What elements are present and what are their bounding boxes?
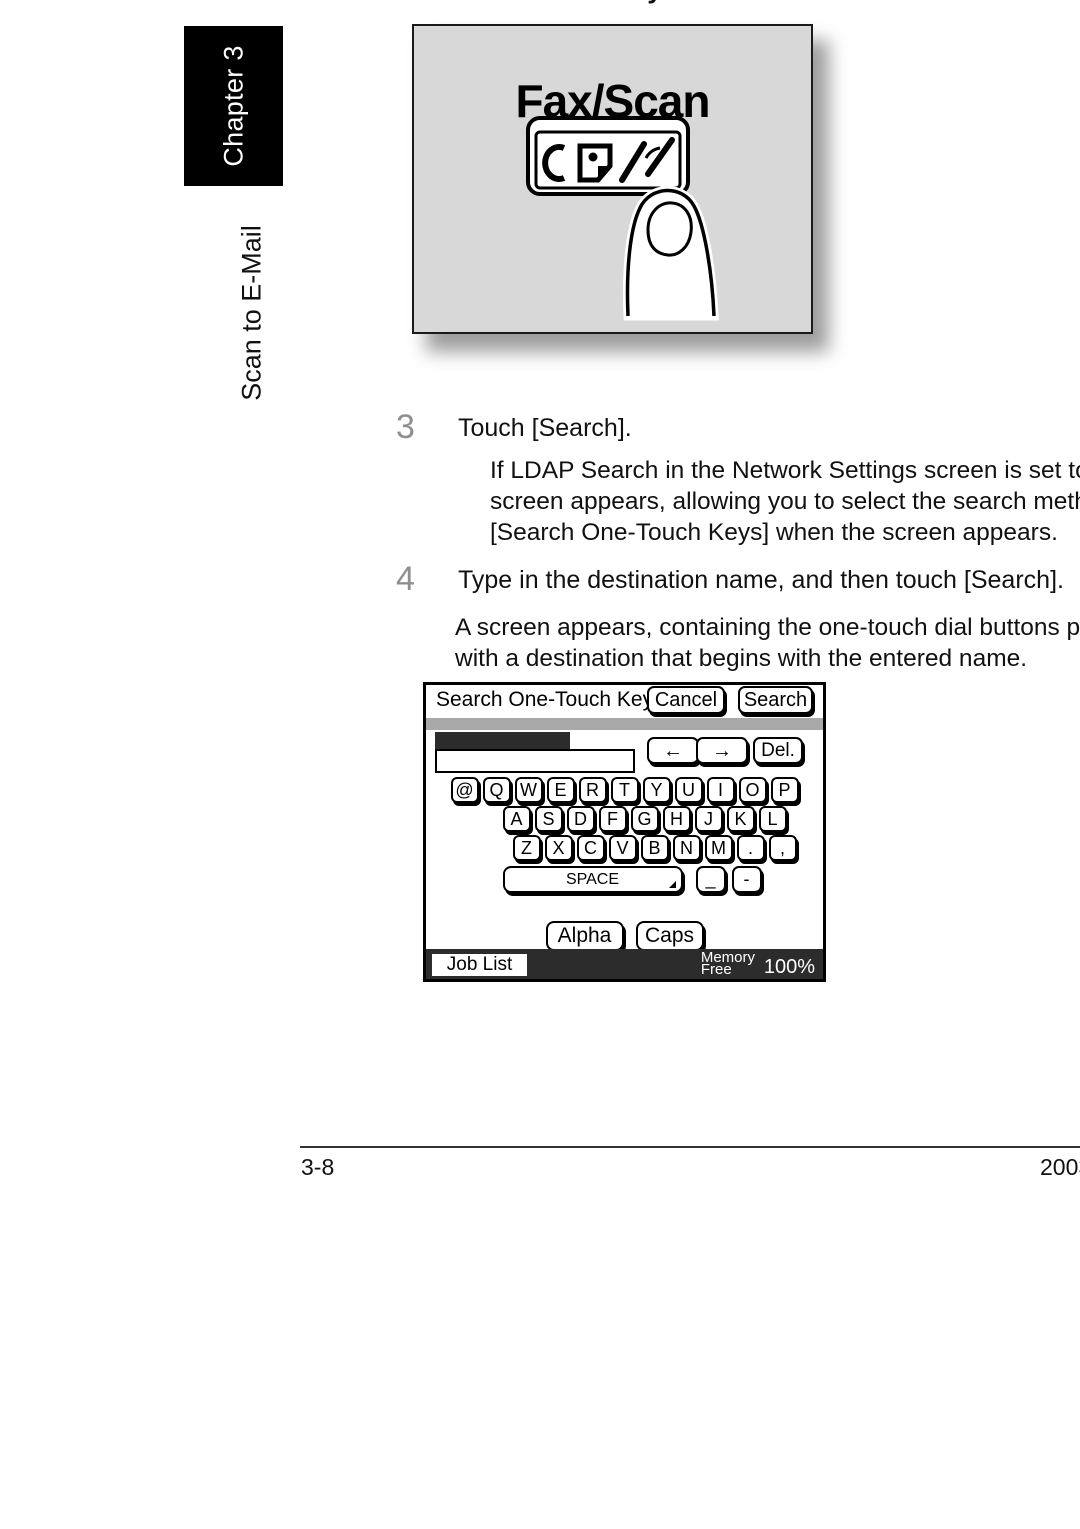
keyboard-mode-buttons: Alpha Caps	[426, 921, 823, 951]
key-a[interactable]: A	[502, 806, 531, 832]
step-3-title: Touch [Search].	[458, 414, 632, 442]
key-d[interactable]: D	[566, 806, 595, 832]
chapter-tab-label: Chapter 3	[218, 45, 248, 167]
step-3-body-line-1: If LDAP Search in the Network Settings s…	[490, 457, 1080, 484]
panel-divider	[426, 718, 823, 730]
memory-free-label: Memory Free	[701, 950, 755, 977]
key-b[interactable]: B	[640, 835, 669, 861]
memory-free-percent: 100%	[763, 956, 815, 978]
cancel-button[interactable]: Cancel	[647, 686, 725, 714]
key-n[interactable]: N	[672, 835, 701, 861]
key-underscore[interactable]: _	[695, 866, 726, 893]
running-header: ...one-touch dial keys	[0, 0, 1080, 5]
key-c[interactable]: C	[576, 835, 605, 861]
key-p[interactable]: P	[770, 777, 799, 803]
cursor-left-button[interactable]: ←	[647, 737, 699, 764]
key-f[interactable]: F	[598, 806, 627, 832]
key-space[interactable]: SPACE	[502, 866, 683, 893]
key-at[interactable]: @	[450, 777, 479, 803]
key-space-label: SPACE	[565, 870, 620, 888]
step-3-body-line-2: screen appears, allowing you to select t…	[490, 488, 1080, 515]
delete-button[interactable]: Del.	[753, 737, 803, 764]
panel-titlebar: Search One-Touch Keys Cancel Search	[426, 685, 823, 718]
arrow-left-icon: ←	[663, 739, 683, 762]
key-i[interactable]: I	[706, 777, 735, 803]
caps-mode-button[interactable]: Caps	[635, 921, 704, 951]
key-hyphen[interactable]: -	[731, 866, 762, 893]
cursor-right-button[interactable]: →	[696, 737, 748, 764]
step-3-body-line-3: [Search One-Touch Keys] when the screen …	[490, 519, 1058, 546]
key-v[interactable]: V	[608, 835, 637, 861]
job-list-button[interactable]: Job List	[432, 954, 527, 976]
arrow-right-icon: →	[712, 739, 732, 762]
key-m[interactable]: M	[704, 835, 733, 861]
key-s[interactable]: S	[534, 806, 563, 832]
key-l[interactable]: L	[758, 806, 787, 832]
key-g[interactable]: G	[630, 806, 659, 832]
key-comma[interactable]: ,	[768, 835, 797, 861]
key-w[interactable]: W	[514, 777, 543, 803]
keyboard-row-2: A S D F G H J K L	[426, 806, 823, 832]
section-title-label: Scan to E-Mail	[236, 225, 267, 401]
key-j[interactable]: J	[694, 806, 723, 832]
on-screen-keyboard: @ Q W E R T Y U I O P A S D F G H J K L …	[426, 777, 823, 896]
key-q[interactable]: Q	[482, 777, 511, 803]
step-4-body-line-1: A screen appears, containing the one-tou…	[455, 614, 1080, 641]
key-r[interactable]: R	[578, 777, 607, 803]
keyboard-row-1: @ Q W E R T Y U I O P	[426, 777, 823, 803]
panel-status-bar: Job List Memory Free 100%	[426, 949, 823, 979]
step-3-body: If LDAP Search in the Network Settings s…	[490, 455, 1080, 548]
key-t[interactable]: T	[610, 777, 639, 803]
step-3-number: 3	[396, 408, 415, 446]
footer-divider	[300, 1146, 1080, 1148]
step-4-title: Type in the destination name, and then t…	[458, 566, 1064, 594]
section-title-vertical: Scan to E-Mail	[232, 218, 272, 408]
illustration-frame: Fax/Scan	[412, 24, 813, 334]
fax-scan-illustration: Fax/Scan	[412, 24, 829, 352]
key-o[interactable]: O	[738, 777, 767, 803]
alpha-mode-button[interactable]: Alpha	[545, 921, 624, 951]
finger-pressing-key-icon	[526, 116, 719, 321]
key-u[interactable]: U	[674, 777, 703, 803]
chapter-tab: Chapter 3	[184, 26, 283, 186]
keyboard-row-4: SPACE _ -	[426, 866, 823, 893]
key-x[interactable]: X	[544, 835, 573, 861]
keyboard-row-3: Z X C V B N M . ,	[426, 835, 823, 861]
panel-title: Search One-Touch Keys	[436, 688, 664, 711]
search-one-touch-keys-panel: Search One-Touch Keys Cancel Search ← → …	[423, 682, 826, 982]
key-z[interactable]: Z	[512, 835, 541, 861]
key-k[interactable]: K	[726, 806, 755, 832]
step-4-body-line-2: with a destination that begins with the …	[455, 645, 1028, 672]
key-e[interactable]: E	[546, 777, 575, 803]
key-y[interactable]: Y	[642, 777, 671, 803]
step-4-number: 4	[396, 560, 415, 598]
footer-page-number: 3-8	[301, 1154, 335, 1180]
step-4-body: A screen appears, containing the one-tou…	[455, 612, 1080, 674]
key-h[interactable]: H	[662, 806, 691, 832]
search-text-input[interactable]	[435, 749, 635, 773]
resize-corner-icon	[668, 881, 676, 888]
footer-year: 2003	[1040, 1154, 1080, 1180]
key-period[interactable]: .	[736, 835, 765, 861]
search-button[interactable]: Search	[738, 686, 813, 714]
